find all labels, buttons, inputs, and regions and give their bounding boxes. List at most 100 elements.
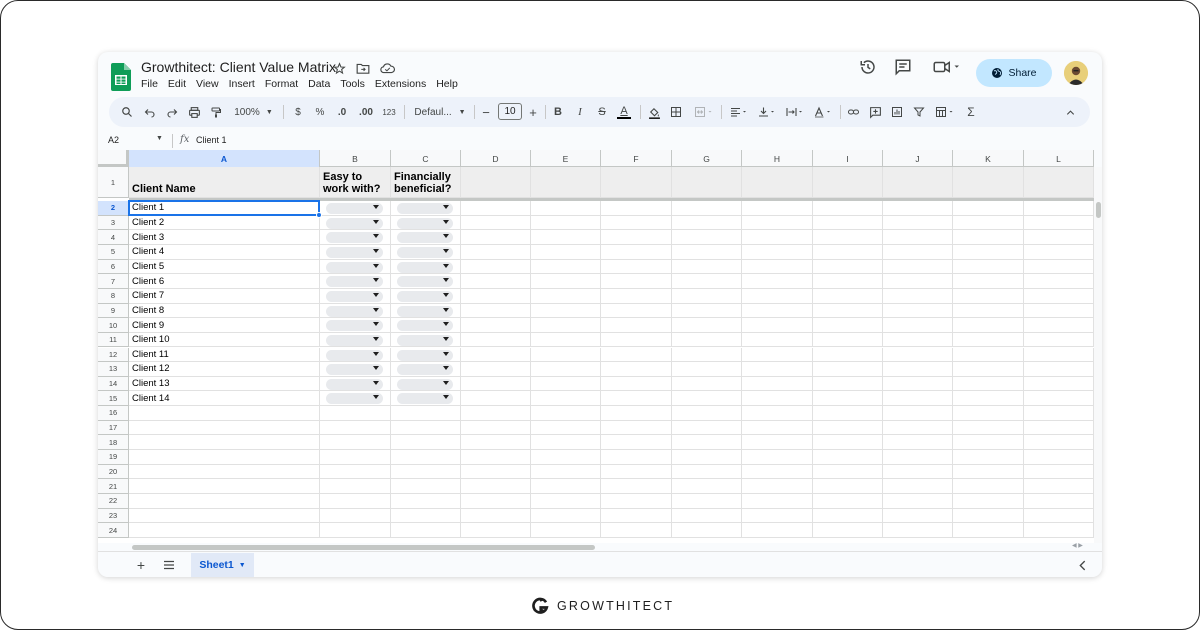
financially-beneficial-dropdown[interactable] [397, 261, 453, 273]
table-cell[interactable] [953, 244, 1024, 260]
table-cell[interactable] [601, 288, 672, 304]
row-header-20[interactable]: 20 [98, 464, 129, 480]
table-cell[interactable] [883, 259, 953, 275]
row-header-24[interactable]: 24 [98, 523, 129, 538]
financially-beneficial-dropdown[interactable] [397, 334, 453, 346]
easy-to-work-dropdown[interactable] [326, 246, 383, 258]
zoom-select[interactable]: 100% ▼ [231, 104, 276, 120]
table-cell[interactable] [883, 332, 953, 348]
financially-beneficial-dropdown[interactable] [397, 349, 453, 361]
table-cell[interactable] [1024, 259, 1094, 275]
table-cell[interactable] [883, 464, 953, 480]
header-cell-e[interactable] [531, 167, 601, 198]
table-cell[interactable] [883, 318, 953, 333]
table-cell[interactable] [601, 406, 672, 421]
table-cell[interactable] [672, 288, 742, 304]
table-cell[interactable] [742, 523, 813, 538]
table-cell[interactable] [883, 347, 953, 363]
table-cell[interactable] [953, 479, 1024, 494]
table-cell[interactable] [601, 215, 672, 231]
table-cell[interactable] [1024, 376, 1094, 392]
table-cell[interactable] [672, 479, 742, 494]
table-cell[interactable] [601, 274, 672, 289]
table-cell[interactable] [461, 435, 531, 451]
table-cell[interactable] [742, 347, 813, 363]
borders-icon[interactable] [669, 104, 683, 120]
sheets-logo-icon[interactable] [111, 63, 131, 91]
table-cell[interactable] [813, 259, 883, 275]
easy-to-work-dropdown[interactable] [326, 334, 383, 346]
menu-insert[interactable]: Insert [229, 78, 255, 90]
table-cell[interactable] [391, 464, 461, 480]
table-cell[interactable] [320, 435, 391, 451]
easy-to-work-dropdown[interactable] [326, 364, 383, 376]
table-cell[interactable] [1024, 274, 1094, 289]
table-cell[interactable] [1024, 230, 1094, 245]
table-cell[interactable] [531, 259, 601, 275]
table-cell[interactable] [672, 376, 742, 392]
table-cell[interactable] [461, 303, 531, 319]
financially-beneficial-dropdown[interactable] [397, 203, 453, 214]
menu-help[interactable]: Help [436, 78, 458, 90]
table-cell[interactable] [813, 508, 883, 524]
easy-to-work-dropdown[interactable] [326, 203, 383, 214]
table-cell[interactable] [1024, 450, 1094, 465]
table-cell[interactable] [461, 347, 531, 363]
table-cell[interactable] [883, 508, 953, 524]
chevron-down-icon[interactable]: ▼ [239, 562, 246, 569]
table-cell[interactable] [883, 391, 953, 407]
column-header-j[interactable]: J [883, 150, 953, 167]
number-format-button[interactable]: 123 [380, 104, 398, 120]
table-cell[interactable] [601, 347, 672, 363]
table-cell[interactable] [601, 244, 672, 260]
table-cell[interactable] [953, 201, 1024, 216]
financially-beneficial-dropdown[interactable] [397, 320, 453, 332]
table-cell[interactable] [742, 406, 813, 421]
table-cell[interactable] [391, 435, 461, 451]
table-cell[interactable] [883, 230, 953, 245]
financially-beneficial-dropdown[interactable] [397, 305, 453, 317]
financially-beneficial-dropdown[interactable] [397, 378, 453, 390]
table-cell[interactable] [461, 494, 531, 509]
row-header-11[interactable]: 11 [98, 332, 129, 348]
table-cell[interactable] [813, 215, 883, 231]
row-header-16[interactable]: 16 [98, 406, 129, 421]
table-cell[interactable] [742, 201, 813, 216]
table-cell[interactable] [953, 215, 1024, 231]
table-cell[interactable] [1024, 494, 1094, 509]
table-cell[interactable] [601, 391, 672, 407]
table-cell[interactable] [1024, 523, 1094, 538]
table-cell[interactable] [883, 420, 953, 436]
table-cell[interactable] [1024, 215, 1094, 231]
table-cell[interactable] [672, 259, 742, 275]
table-cell[interactable] [953, 406, 1024, 421]
print-icon[interactable] [187, 104, 201, 120]
comment-icon[interactable] [892, 56, 914, 78]
easy-to-work-dropdown[interactable] [326, 305, 383, 317]
table-cell[interactable] [813, 288, 883, 304]
table-cell[interactable] [953, 435, 1024, 451]
table-cell[interactable] [813, 420, 883, 436]
table-cell[interactable] [742, 274, 813, 289]
header-cell-k[interactable] [953, 167, 1024, 198]
spreadsheet-grid[interactable]: ABCDEFGHIJKL 1 2 3 4 5 6 7 8 9 10 11 12 13 14 15 16 17 18… [98, 150, 1094, 543]
table-cell[interactable] [672, 450, 742, 465]
table-cell[interactable] [672, 435, 742, 451]
menu-file[interactable]: File [141, 78, 158, 90]
row-header-9[interactable]: 9 [98, 303, 129, 319]
table-cell[interactable] [601, 259, 672, 275]
share-button[interactable]: Share [976, 59, 1052, 87]
table-cell[interactable] [813, 347, 883, 363]
table-cell[interactable] [601, 420, 672, 436]
table-cell[interactable] [531, 303, 601, 319]
table-cell[interactable] [461, 406, 531, 421]
collapse-toolbar-icon[interactable] [1063, 104, 1077, 120]
table-cell[interactable] [320, 406, 391, 421]
table-cell[interactable] [461, 508, 531, 524]
avatar[interactable] [1064, 61, 1088, 85]
table-cell[interactable] [531, 244, 601, 260]
table-cell[interactable] [672, 494, 742, 509]
table-cell[interactable] [813, 201, 883, 216]
table-cell[interactable] [672, 406, 742, 421]
decrease-font-size-button[interactable]: − [480, 104, 492, 120]
